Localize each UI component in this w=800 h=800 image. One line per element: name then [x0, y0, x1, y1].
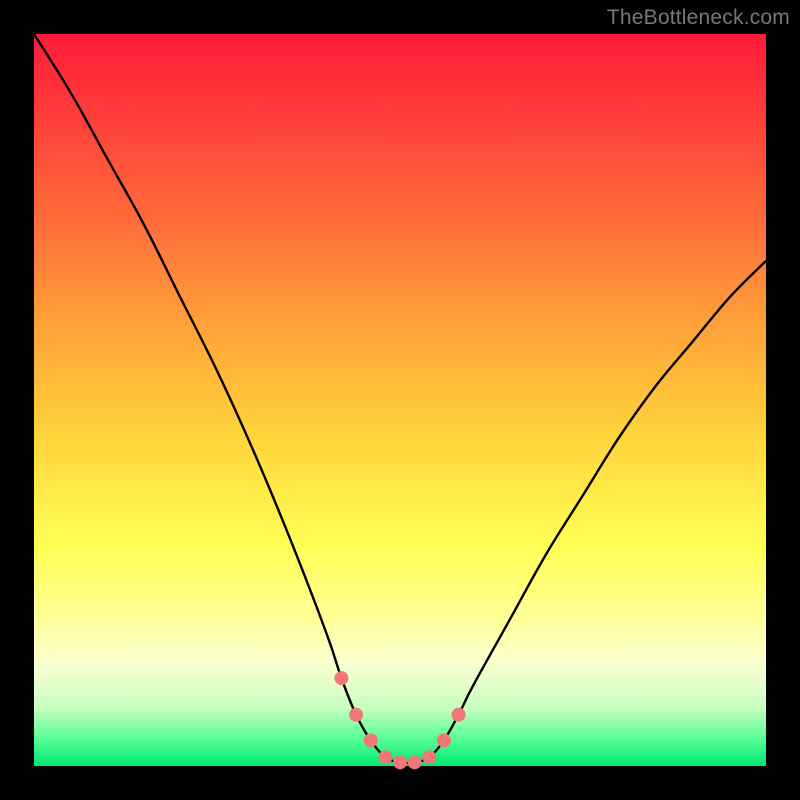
- curve-marker: [393, 755, 407, 769]
- curve-marker: [452, 708, 466, 722]
- curve-marker: [408, 755, 422, 769]
- curve-marker: [422, 750, 436, 764]
- curve-marker: [437, 733, 451, 747]
- curve-marker: [364, 733, 378, 747]
- curve-marker: [378, 750, 392, 764]
- chart-stage: TheBottleneck.com: [0, 0, 800, 800]
- curve-markers: [334, 671, 465, 769]
- curve-marker: [349, 708, 363, 722]
- watermark-text: TheBottleneck.com: [607, 6, 790, 30]
- bottleneck-curve: [34, 34, 766, 763]
- curve-marker: [334, 671, 348, 685]
- chart-svg: [34, 34, 766, 766]
- plot-area: [34, 34, 766, 766]
